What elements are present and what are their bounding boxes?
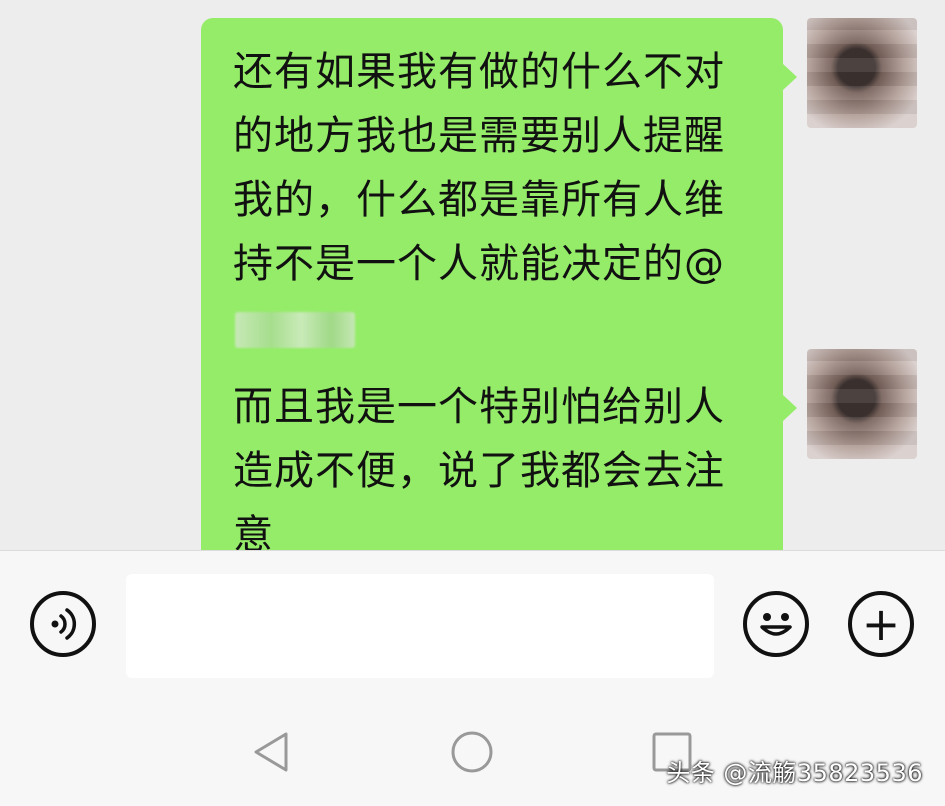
avatar[interactable] — [807, 18, 917, 128]
blurred-mention — [235, 312, 355, 348]
message-text: 而且我是一个特别怕给别人造成不便，说了我都会去注意 — [233, 384, 725, 558]
watermark-text: 头条 @流觞35823536 — [666, 759, 923, 787]
message-text: 还有如果我有做的什么不对的地方我也是需要别人提醒我的，什么都是靠所有人维持不是一… — [233, 49, 725, 287]
message-row: 还有如果我有做的什么不对的地方我也是需要别人提醒我的，什么都是靠所有人维持不是一… — [201, 18, 917, 384]
message-bubble[interactable]: 还有如果我有做的什么不对的地方我也是需要别人提醒我的，什么都是靠所有人维持不是一… — [201, 18, 797, 384]
avatar[interactable] — [807, 349, 917, 459]
navigation-bar: 头条 @流觞35823536 — [0, 700, 945, 806]
chat-area: 还有如果我有做的什么不对的地方我也是需要别人提醒我的，什么都是靠所有人维持不是一… — [0, 0, 945, 589]
message-input[interactable] — [126, 574, 714, 678]
voice-icon — [51, 608, 77, 640]
emoji-icon — [760, 613, 792, 636]
plus-icon: + — [861, 597, 901, 651]
home-circle-icon[interactable] — [450, 730, 494, 774]
back-triangle-icon[interactable] — [250, 730, 294, 774]
input-bar: + — [0, 550, 945, 701]
plus-button[interactable]: + — [848, 591, 914, 657]
emoji-button[interactable] — [743, 591, 809, 657]
voice-button[interactable] — [30, 591, 96, 657]
